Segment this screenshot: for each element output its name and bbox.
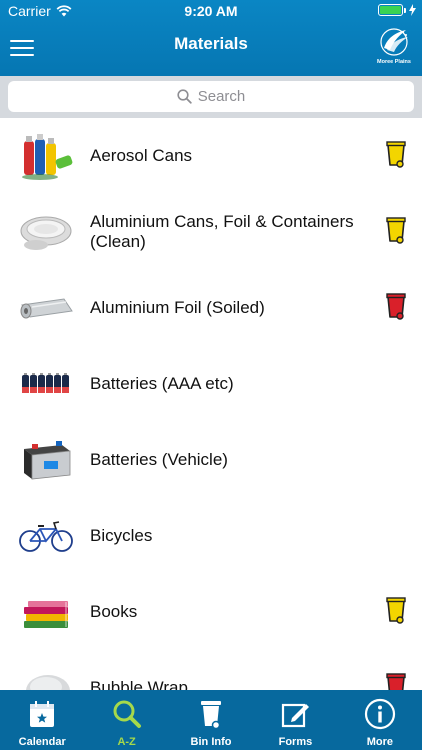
tab-label: Bin Info bbox=[190, 736, 232, 748]
tab-label: Calendar bbox=[18, 736, 66, 748]
batteries-image bbox=[22, 373, 69, 393]
list-item-batteries-aaa[interactable]: Batteries (AAA etc) bbox=[0, 346, 422, 422]
item-label: Aluminium Cans, Foil & Containers (Clean… bbox=[90, 211, 354, 251]
battery-icon bbox=[378, 4, 416, 16]
item-label: Batteries (Vehicle) bbox=[90, 449, 228, 469]
yellow-bin-icon bbox=[386, 597, 406, 624]
list-item-aerosol-cans[interactable]: Aerosol Cans bbox=[0, 118, 422, 194]
search-bar: Search bbox=[0, 76, 422, 118]
search-icon bbox=[113, 700, 141, 728]
search-placeholder: Search bbox=[197, 88, 246, 105]
item-label: Bubble Wrap bbox=[90, 677, 188, 690]
tab-label: Forms bbox=[278, 736, 313, 748]
tab-more[interactable]: More bbox=[338, 690, 422, 750]
status-bar: Carrier 9:20 AM bbox=[0, 0, 422, 22]
council-logo: Moree Plains bbox=[376, 26, 412, 65]
car-battery-image bbox=[24, 441, 71, 480]
item-label: Aluminium Foil (Soiled) bbox=[90, 297, 265, 317]
calendar-icon bbox=[30, 701, 55, 727]
nav-header: Carrier 9:20 AM Materials Moree Plains bbox=[0, 0, 422, 76]
info-icon bbox=[364, 698, 395, 730]
charging-icon bbox=[409, 4, 416, 16]
tab-forms[interactable]: Forms bbox=[253, 690, 337, 750]
logo-text: Moree Plains bbox=[377, 59, 411, 65]
bicycle-image bbox=[19, 521, 73, 552]
yellow-bin-icon bbox=[386, 217, 406, 244]
list-item-batteries-vehicle[interactable]: Batteries (Vehicle) bbox=[0, 422, 422, 498]
search-icon bbox=[177, 89, 192, 104]
tab-label: More bbox=[366, 736, 393, 748]
item-label: Books bbox=[90, 601, 138, 621]
list-item-bubble-wrap[interactable]: Bubble Wrap bbox=[0, 650, 422, 690]
materials-list: Aerosol Cans Aluminium Cans, Foil & Cont… bbox=[0, 118, 422, 690]
bin-icon bbox=[201, 701, 222, 730]
tab-label: A-Z bbox=[117, 736, 136, 748]
item-label: Aerosol Cans bbox=[90, 145, 193, 165]
tab-bar: Calendar A-Z Bin Info Forms More bbox=[0, 690, 422, 750]
item-label: Bicycles bbox=[90, 525, 153, 545]
yellow-bin-icon bbox=[386, 141, 406, 168]
page-title: Materials bbox=[174, 34, 248, 53]
forms-icon bbox=[282, 703, 310, 728]
bubble-wrap-image bbox=[26, 675, 70, 690]
search-input[interactable]: Search bbox=[8, 81, 414, 112]
list-item-aluminium-cans[interactable]: Aluminium Cans, Foil & Containers (Clean… bbox=[0, 194, 422, 270]
aluminium-containers-image bbox=[20, 216, 72, 250]
tab-calendar[interactable]: Calendar bbox=[0, 690, 84, 750]
list-item-books[interactable]: Books bbox=[0, 574, 422, 650]
red-bin-icon bbox=[386, 673, 406, 690]
status-time: 9:20 AM bbox=[184, 3, 238, 19]
list-item-bicycles[interactable]: Bicycles bbox=[0, 498, 422, 574]
red-bin-icon bbox=[386, 293, 406, 320]
list-item-aluminium-foil[interactable]: Aluminium Foil (Soiled) bbox=[0, 270, 422, 346]
aerosol-cans-image bbox=[22, 134, 73, 180]
tab-a-z[interactable]: A-Z bbox=[84, 690, 168, 750]
item-label: Batteries (AAA etc) bbox=[90, 373, 234, 393]
tab-bin-info[interactable]: Bin Info bbox=[169, 690, 253, 750]
books-image bbox=[24, 601, 68, 628]
aluminium-foil-image bbox=[20, 298, 73, 319]
